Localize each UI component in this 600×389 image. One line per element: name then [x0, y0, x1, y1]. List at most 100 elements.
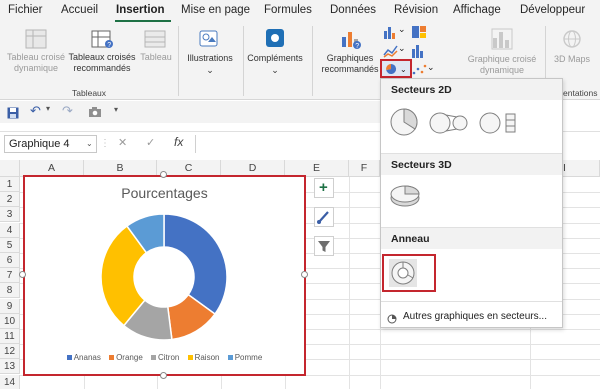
brush-icon: [317, 211, 329, 224]
legend-swatch: [187, 355, 193, 361]
row-header[interactable]: 5: [0, 237, 20, 253]
addins-icon: [264, 27, 286, 49]
group-label-presentations: entations: [563, 88, 598, 98]
legend-label: Orange: [116, 353, 143, 362]
drag-handle[interactable]: ⋮: [100, 136, 110, 152]
row-header[interactable]: 14: [0, 374, 20, 389]
plus-icon: +: [319, 179, 328, 196]
camera-icon[interactable]: [88, 105, 102, 117]
chevron-down-icon[interactable]: ⌄: [427, 62, 437, 74]
pie-chart-dropdown-button[interactable]: ⌄: [380, 59, 412, 78]
table-icon: [143, 28, 167, 50]
pie-small-icon: [387, 311, 397, 324]
statistic-chart-icon[interactable]: [411, 44, 429, 58]
filter-icon: [318, 241, 330, 252]
row-header[interactable]: 6: [0, 253, 20, 268]
formula-input[interactable]: [195, 135, 381, 153]
doughnut-chart[interactable]: Pourcentages Ananas Orange Citron Raison…: [23, 175, 306, 376]
addins-button[interactable]: Compléments: [244, 53, 306, 64]
divider: [381, 301, 562, 302]
tab-fichier[interactable]: Fichier: [8, 4, 43, 16]
table-button[interactable]: Tableau: [138, 52, 174, 63]
doughnut-option[interactable]: [382, 254, 436, 292]
section-3d-pie: Secteurs 3D: [381, 154, 562, 175]
resize-handle-bottom[interactable]: [160, 372, 167, 379]
tab-insertion[interactable]: Insertion: [116, 4, 165, 16]
recommended-charts-button[interactable]: Graphiques recommandés: [316, 53, 384, 75]
pie-of-pie-option[interactable]: [429, 111, 469, 135]
row-header[interactable]: 1: [0, 177, 20, 192]
pivot-table-button[interactable]: Tableau croisé dynamique: [0, 52, 72, 74]
cancel-icon[interactable]: ✕: [118, 136, 127, 149]
pie-2d-option[interactable]: [389, 107, 419, 137]
illustrations-button[interactable]: Illustrations: [180, 53, 240, 64]
legend-label: Ananas: [73, 353, 101, 362]
illustrations-icon: [197, 28, 221, 50]
legend-label: Raison: [194, 353, 220, 362]
undo-icon[interactable]: ↶: [30, 103, 44, 119]
recommended-pivot-icon: ?: [90, 28, 114, 50]
doughnut-plot[interactable]: [25, 199, 304, 359]
tab-affichage[interactable]: Affichage: [453, 4, 501, 16]
legend-swatch: [109, 355, 115, 361]
pivot-chart-icon: [490, 27, 514, 51]
pivot-chart-button[interactable]: Graphique croisé dynamique: [466, 54, 538, 76]
customize-qat-icon[interactable]: ▾: [114, 105, 122, 117]
bar-of-pie-option[interactable]: [479, 111, 519, 135]
chart-elements-button[interactable]: +: [314, 178, 334, 198]
legend-swatch: [66, 355, 72, 361]
resize-handle-top[interactable]: [160, 171, 167, 178]
chevron-down-icon[interactable]: ▾: [46, 104, 54, 116]
tab-donnees[interactable]: Données: [330, 4, 376, 16]
row-header[interactable]: 2: [0, 192, 20, 208]
row-header[interactable]: 12: [0, 344, 20, 360]
name-box[interactable]: Graphique 4: [4, 135, 97, 153]
row-header[interactable]: 3: [0, 207, 20, 223]
ribbon-tabs: Fichier Accueil Insertion Mise en page F…: [0, 0, 600, 23]
tab-mise-en-page[interactable]: Mise en page: [181, 4, 250, 16]
row-header[interactable]: 10: [0, 313, 20, 329]
insert-function-icon[interactable]: fx: [174, 135, 183, 149]
column-header-f[interactable]: F: [349, 160, 380, 177]
tab-accueil[interactable]: Accueil: [61, 4, 98, 16]
select-all-corner[interactable]: [0, 160, 20, 177]
redo-icon[interactable]: ↷: [62, 103, 76, 119]
tab-revision[interactable]: Révision: [394, 4, 438, 16]
legend-swatch: [227, 355, 233, 361]
more-pie-charts-link[interactable]: Autres graphiques en secteurs...: [403, 311, 547, 322]
row-header[interactable]: 7: [0, 268, 20, 284]
row-header[interactable]: 8: [0, 283, 20, 299]
pie-chart-gallery: Secteurs 2D Secteurs 3D Anneau Autres gr…: [380, 78, 563, 328]
legend-item-citron: Citron: [151, 353, 179, 362]
chart-styles-button[interactable]: [314, 207, 334, 227]
chart-legend[interactable]: Ananas Orange Citron Raison Pomme: [25, 353, 304, 362]
row-header[interactable]: 4: [0, 222, 20, 238]
hierarchy-chart-icon[interactable]: [411, 25, 429, 39]
ribbon-separator: [178, 26, 179, 96]
confirm-icon[interactable]: ✓: [146, 136, 155, 149]
resize-handle-left[interactable]: [19, 271, 26, 278]
row-header[interactable]: 9: [0, 298, 20, 314]
chevron-down-icon[interactable]: ⌄: [398, 43, 408, 55]
column-gridline: [349, 177, 350, 389]
recommended-charts-icon: ?: [339, 27, 363, 51]
legend-item-orange: Orange: [109, 353, 143, 362]
row-header[interactable]: 11: [0, 329, 20, 344]
pie-3d-option[interactable]: [389, 183, 421, 209]
addins-dropdown-icon[interactable]: ⌄: [268, 65, 282, 76]
chevron-down-icon[interactable]: ⌄: [398, 24, 408, 36]
tab-developpeur[interactable]: Développeur: [520, 4, 585, 16]
maps-3d-button[interactable]: 3D Maps: [552, 54, 592, 65]
chart-filters-button[interactable]: [314, 236, 334, 256]
save-icon[interactable]: [7, 106, 19, 119]
recommended-pivot-button[interactable]: Tableaux croisés recommandés: [66, 52, 138, 74]
illustrations-dropdown-icon[interactable]: ⌄: [203, 65, 217, 76]
resize-handle-right[interactable]: [301, 271, 308, 278]
tab-formules[interactable]: Formules: [264, 4, 312, 16]
chevron-down-icon[interactable]: ⌄: [86, 139, 94, 149]
section-2d-pie: Secteurs 2D: [381, 79, 562, 100]
svg-text:?: ?: [107, 42, 111, 49]
ribbon-separator: [312, 26, 313, 96]
row-header[interactable]: 13: [0, 359, 20, 375]
excel-window: { "tabs": ["Fichier", "Accueil", "Insert…: [0, 0, 600, 389]
